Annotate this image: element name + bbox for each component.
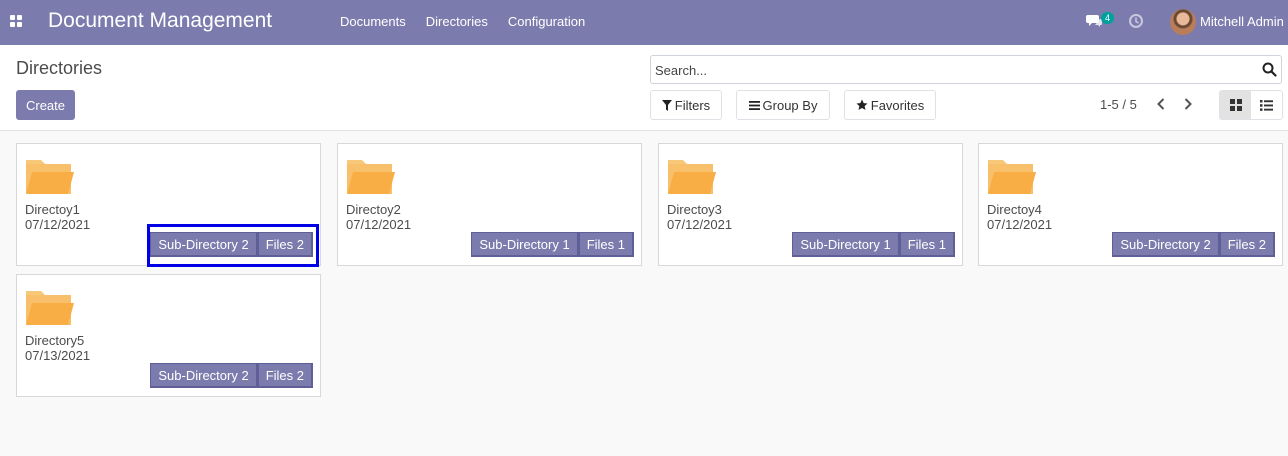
menu-directories[interactable]: Directories [426, 14, 488, 29]
folder-icon [347, 160, 395, 194]
directory-date: 07/13/2021 [25, 348, 91, 363]
folder-icon [26, 160, 74, 194]
favorites-label: Favorites [870, 97, 925, 113]
sub-directory-button[interactable]: Sub-Directory 2 [150, 232, 258, 257]
card-buttons: Sub-Directory 2 Files 2 [1112, 232, 1275, 257]
sub-directory-button[interactable]: Sub-Directory 1 [471, 232, 579, 257]
filters-label: Filters [674, 97, 711, 113]
search-input[interactable] [655, 60, 1251, 80]
user-name[interactable]: Mitchell Admin [1200, 14, 1284, 29]
card-buttons: Sub-Directory 1 Files 1 [792, 232, 955, 257]
card-buttons: Sub-Directory 1 Files 1 [471, 232, 634, 257]
clock-icon[interactable] [1128, 13, 1144, 29]
card-buttons: Sub-Directory 2 Files 2 [150, 363, 313, 388]
directory-date: 07/12/2021 [987, 217, 1053, 232]
menu-configuration[interactable]: Configuration [508, 14, 585, 29]
files-button[interactable]: Files 2 [1219, 232, 1275, 257]
kanban-view-icon [1229, 99, 1242, 111]
control-panel: Directories Create Filters Group By Favo… [0, 45, 1288, 131]
directory-date: 07/12/2021 [346, 217, 412, 232]
group-by-button[interactable]: Group By [736, 90, 830, 120]
top-menu: Documents Directories Configuration [340, 14, 605, 29]
sub-directory-button[interactable]: Sub-Directory 2 [150, 363, 258, 388]
page-title: Directories [16, 58, 103, 78]
directory-card[interactable]: Directory5 07/13/2021 Sub-Directory 2 Fi… [16, 274, 321, 397]
view-switcher [1219, 90, 1283, 120]
directory-date: 07/12/2021 [25, 217, 91, 232]
group-by-label: Group By [762, 97, 818, 113]
app-brand[interactable]: Document Management [48, 9, 272, 33]
chat-count-badge: 4 [1101, 12, 1115, 24]
list-view-button[interactable] [1251, 91, 1282, 119]
directory-name: Directory5 [25, 333, 85, 348]
directory-name: Directoy2 [346, 202, 401, 217]
favorites-button[interactable]: Favorites [844, 90, 936, 120]
directory-name: Directoy3 [667, 202, 722, 217]
filter-icon [661, 99, 672, 111]
search-box [650, 55, 1282, 84]
chevron-left-icon[interactable] [1153, 95, 1169, 113]
directory-name: Directoy4 [987, 202, 1042, 217]
kanban-view-button[interactable] [1220, 91, 1251, 119]
card-buttons: Sub-Directory 2 Files 2 [150, 232, 313, 257]
list-view-icon [1260, 99, 1273, 111]
files-button[interactable]: Files 1 [578, 232, 634, 257]
search-icon[interactable] [1262, 62, 1277, 77]
directory-card[interactable]: Directoy4 07/12/2021 Sub-Directory 2 Fil… [978, 143, 1283, 266]
files-button[interactable]: Files 1 [899, 232, 955, 257]
folder-icon [668, 160, 716, 194]
directory-card[interactable]: Directoy3 07/12/2021 Sub-Directory 1 Fil… [658, 143, 963, 266]
directory-card[interactable]: Directoy2 07/12/2021 Sub-Directory 1 Fil… [337, 143, 642, 266]
chat-icon[interactable] [1086, 14, 1102, 28]
group-by-icon [748, 100, 760, 110]
create-button[interactable]: Create [16, 90, 75, 120]
files-button[interactable]: Files 2 [257, 232, 313, 257]
star-icon [856, 99, 868, 110]
menu-documents[interactable]: Documents [340, 14, 406, 29]
sub-directory-button[interactable]: Sub-Directory 2 [1112, 232, 1220, 257]
chevron-right-icon[interactable] [1180, 95, 1196, 113]
filters-button[interactable]: Filters [650, 90, 722, 120]
directory-name: Directoy1 [25, 202, 80, 217]
top-navbar: Document Management Documents Directorie… [0, 0, 1288, 45]
directory-card[interactable]: Directoy1 07/12/2021 Sub-Directory 2 Fil… [16, 143, 321, 267]
folder-icon [988, 160, 1036, 194]
files-button[interactable]: Files 2 [257, 363, 313, 388]
directory-date: 07/12/2021 [667, 217, 733, 232]
pager-value[interactable]: 1-5 / 5 [1100, 97, 1137, 112]
apps-icon[interactable] [10, 15, 23, 28]
folder-icon [26, 291, 74, 325]
sub-directory-button[interactable]: Sub-Directory 1 [792, 232, 900, 257]
avatar[interactable] [1170, 9, 1196, 35]
